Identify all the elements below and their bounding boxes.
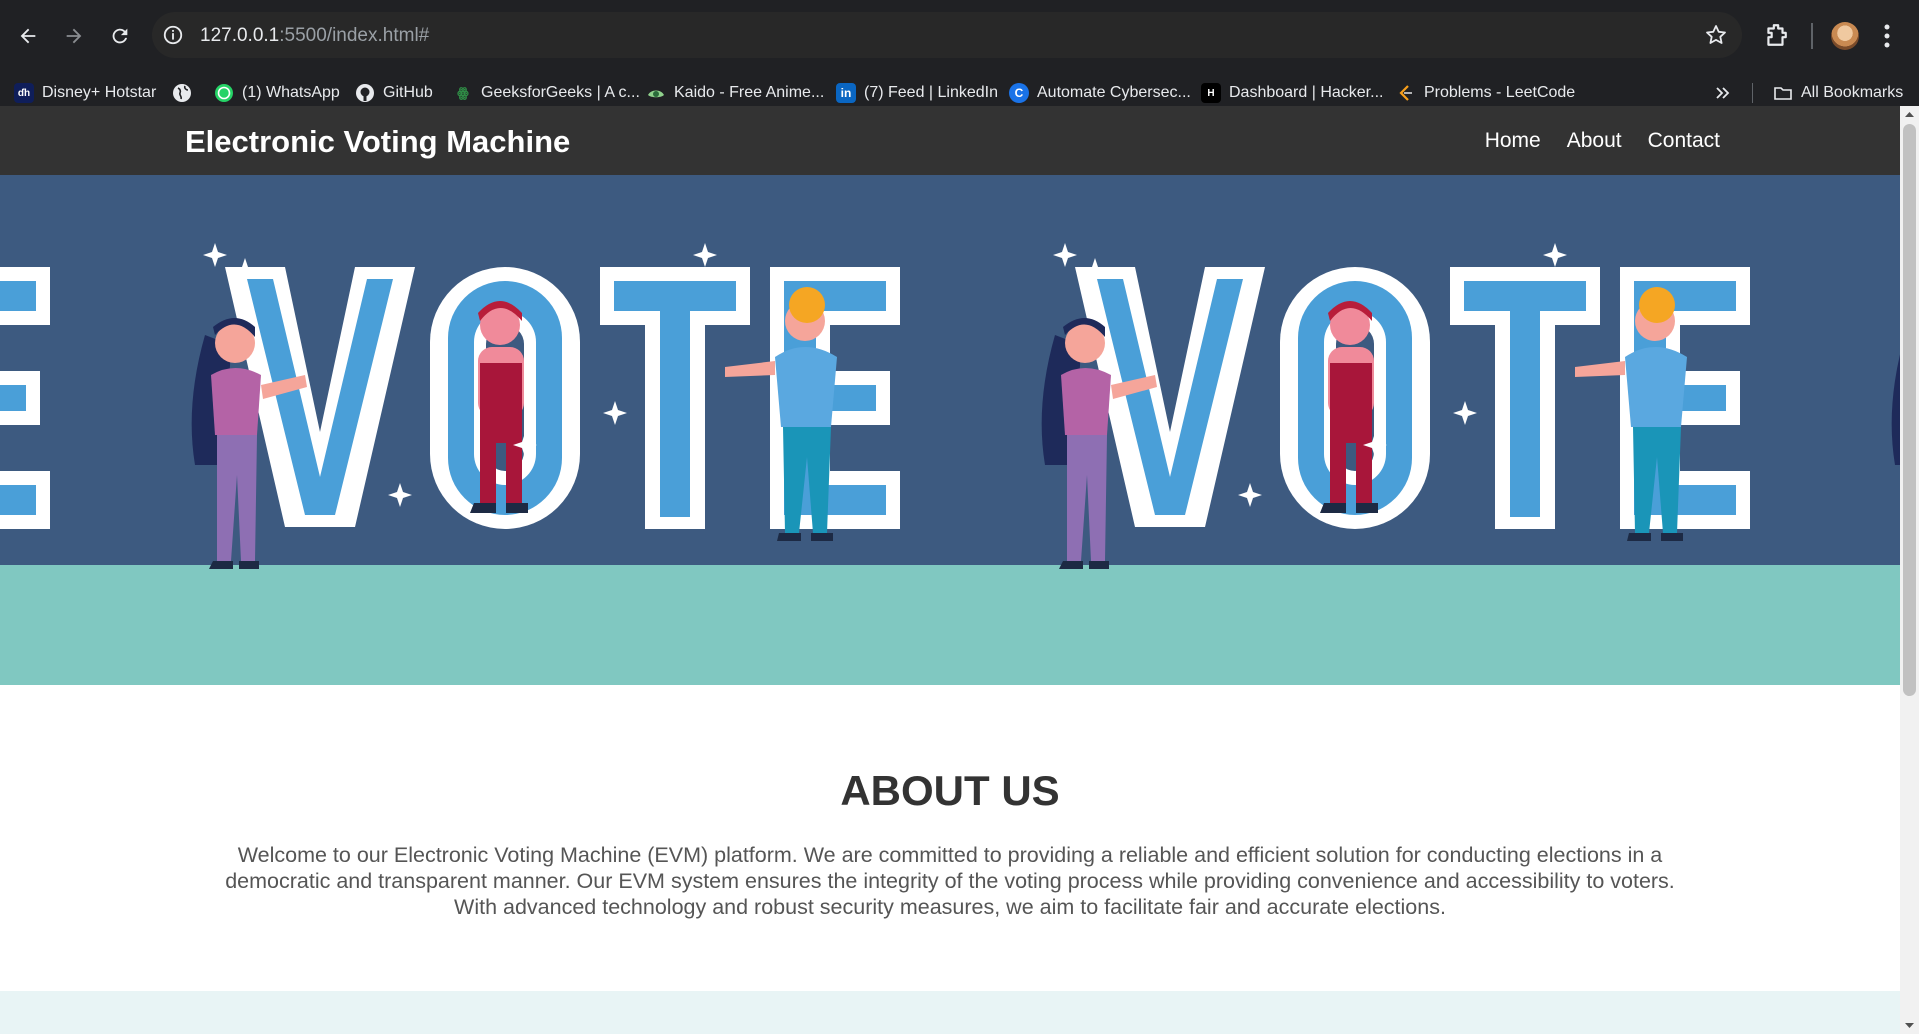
globe-icon bbox=[173, 84, 191, 102]
bookmark-star-icon[interactable] bbox=[1704, 23, 1728, 47]
geeksforgeeks-icon: ꙮ bbox=[457, 85, 469, 100]
cybersec-icon: C bbox=[1009, 83, 1029, 103]
bookmark-label: (7) Feed | LinkedIn bbox=[864, 84, 999, 101]
info-icon[interactable] bbox=[162, 24, 184, 46]
browser-toolbar: 127.0.0.1:5500/index.html# bbox=[0, 0, 1919, 72]
nav-about-link[interactable]: About bbox=[1567, 129, 1622, 153]
leetcode-icon bbox=[1399, 85, 1412, 101]
about-heading: ABOUT US bbox=[840, 767, 1060, 814]
bookmark-label: Problems - LeetCode bbox=[1424, 84, 1576, 101]
arrow-right-icon bbox=[66, 28, 82, 44]
site-header: Electronic Voting Machine Home About Con… bbox=[0, 106, 1900, 175]
bookmark-label: (1) WhatsApp bbox=[242, 84, 340, 101]
scroll-up-arrow-icon[interactable] bbox=[1900, 106, 1919, 122]
address-bar[interactable]: 127.0.0.1:5500/index.html# bbox=[152, 12, 1742, 58]
url-path: :5500/index.html# bbox=[279, 25, 430, 46]
reload-icon bbox=[112, 28, 128, 44]
extensions-icon[interactable] bbox=[1763, 22, 1789, 48]
url-text[interactable]: 127.0.0.1:5500/index.html# bbox=[200, 25, 429, 47]
url-host: 127.0.0.1 bbox=[200, 25, 280, 46]
bookmark-label: Disney+ Hotstar bbox=[42, 84, 157, 101]
next-section-preview bbox=[0, 991, 1900, 1034]
bookmark-label: GeeksforGeeks | A c... bbox=[481, 84, 640, 101]
site-title: Electronic Voting Machine bbox=[185, 124, 571, 159]
toolbar-divider bbox=[1811, 23, 1813, 49]
bookmark-label: Dashboard | Hacker... bbox=[1229, 84, 1384, 101]
page-scrollbar[interactable] bbox=[1900, 106, 1919, 1034]
back-button[interactable] bbox=[9, 17, 47, 55]
menu-kebab-icon[interactable] bbox=[1883, 23, 1891, 49]
profile-avatar[interactable] bbox=[1831, 22, 1859, 50]
arrow-left-icon bbox=[20, 28, 36, 44]
site-nav: Home About Contact bbox=[1485, 129, 1720, 153]
hero-banner bbox=[0, 175, 1900, 685]
hackerrank-icon: H bbox=[1201, 83, 1221, 103]
about-line: With advanced technology and robust secu… bbox=[454, 895, 1446, 919]
nav-home-link[interactable]: Home bbox=[1485, 129, 1541, 153]
forward-button[interactable] bbox=[55, 17, 93, 55]
bookmarks-divider bbox=[1752, 83, 1753, 103]
bookmark-label: GitHub bbox=[383, 84, 433, 101]
about-line: democratic and transparent manner. Our E… bbox=[225, 869, 1675, 893]
bookmark-label: Kaido - Free Anime... bbox=[674, 84, 825, 101]
linkedin-icon: in bbox=[836, 83, 856, 103]
kaido-icon bbox=[648, 90, 664, 98]
bookmark-label: Automate Cybersec... bbox=[1037, 84, 1191, 101]
scroll-down-arrow-icon[interactable] bbox=[1900, 1018, 1919, 1034]
reload-button[interactable] bbox=[101, 17, 139, 55]
vote-illustration bbox=[0, 175, 1900, 685]
about-line: Welcome to our Electronic Voting Machine… bbox=[237, 843, 1663, 867]
about-section: ABOUT US Welcome to our Electronic Votin… bbox=[0, 685, 1900, 991]
all-bookmarks-label: All Bookmarks bbox=[1801, 84, 1904, 101]
folder-icon bbox=[1774, 87, 1792, 100]
github-icon bbox=[356, 84, 374, 102]
hotstar-icon: ɗh bbox=[14, 83, 34, 103]
whatsapp-icon bbox=[215, 84, 233, 102]
about-paragraph: Welcome to our Electronic Voting Machine… bbox=[185, 842, 1715, 920]
nav-contact-link[interactable]: Contact bbox=[1648, 129, 1720, 153]
double-chevron-right-icon bbox=[1716, 87, 1730, 99]
scrollbar-thumb[interactable] bbox=[1903, 124, 1916, 696]
